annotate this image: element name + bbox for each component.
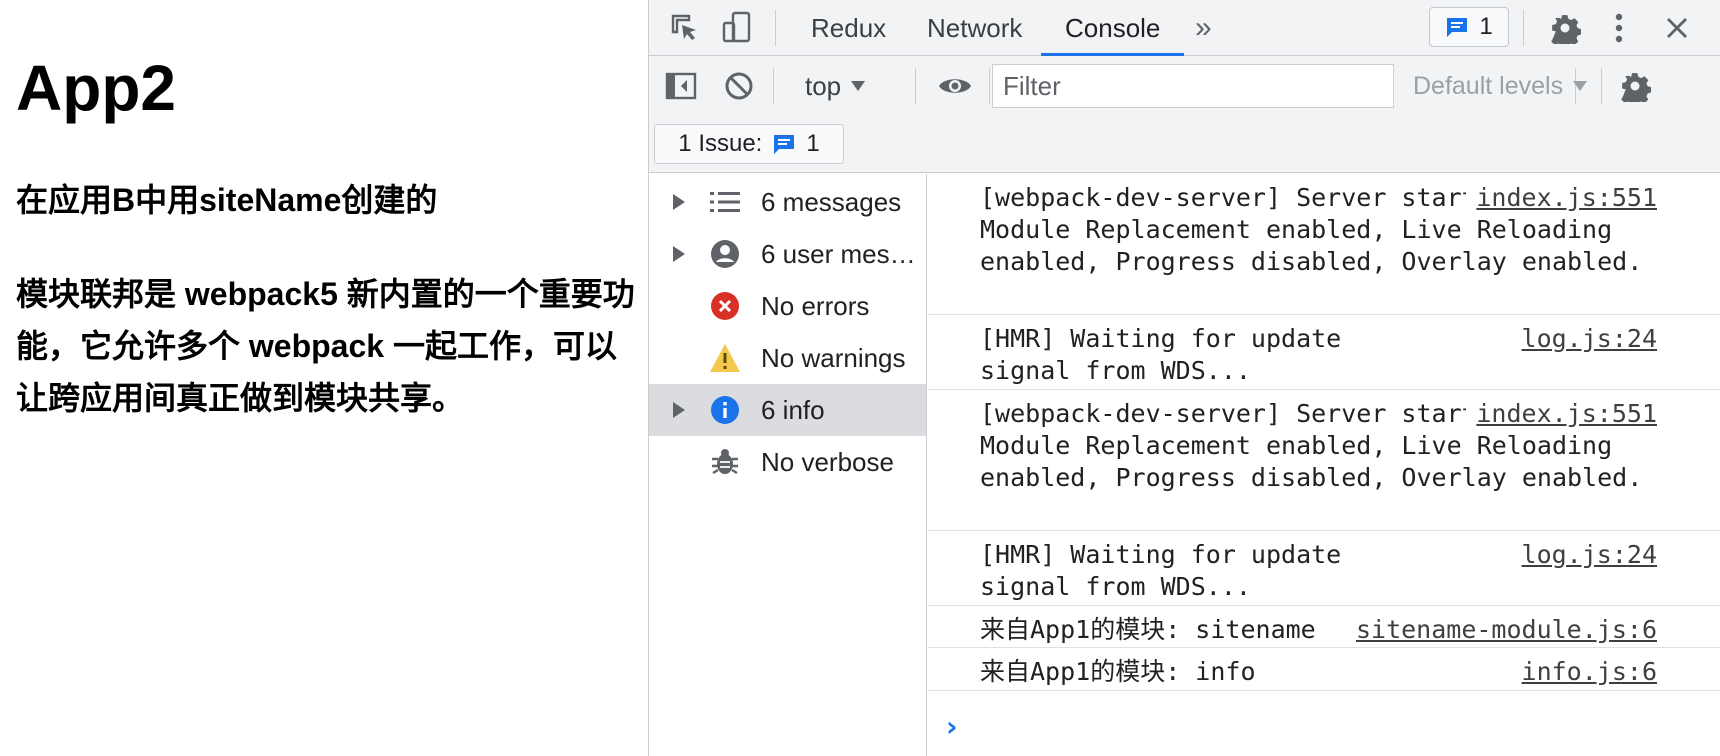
tabbar-divider xyxy=(775,10,776,46)
message-icon xyxy=(774,135,795,154)
sidebar-item-label: 6 messages xyxy=(761,186,902,217)
toolbar-divider xyxy=(773,68,774,104)
messages-badge[interactable]: 1 xyxy=(1429,7,1509,47)
toolbar-divider xyxy=(989,68,990,104)
more-options-icon[interactable] xyxy=(1607,10,1631,46)
console-message-text: [HMR] Waiting for update signal from WDS… xyxy=(980,540,1357,601)
devtools-tabbar: Redux Network Console » 1 xyxy=(649,0,1720,56)
issues-button[interactable]: 1 Issue: 1 xyxy=(654,124,844,164)
source-link[interactable]: index.js:551 xyxy=(1466,182,1657,214)
sidebar-item-verbose[interactable]: No verbose xyxy=(649,436,926,488)
tabbar-divider xyxy=(1523,10,1524,46)
tab-console[interactable]: Console xyxy=(1040,0,1185,56)
caret-down-icon xyxy=(1573,81,1588,91)
caret-down-icon xyxy=(851,81,866,91)
message-icon xyxy=(1447,18,1468,37)
sidebar-item-label: No warnings xyxy=(761,342,906,373)
console-output: [webpack-dev-server] Server started: Hot… xyxy=(928,174,1720,756)
settings-gear-icon[interactable] xyxy=(1547,10,1583,46)
sidebar-item-label: No errors xyxy=(761,290,870,321)
sidebar-item-label: 6 info xyxy=(761,394,825,425)
console-prompt-icon[interactable]: › xyxy=(946,710,958,743)
console-message: 来自App1的模块: sitename sitename-module.js:6 xyxy=(928,606,1720,648)
user-icon xyxy=(709,238,741,270)
console-settings-gear-icon[interactable] xyxy=(1617,68,1653,104)
source-link[interactable]: info.js:6 xyxy=(1511,656,1657,688)
toolbar-divider xyxy=(1601,68,1602,104)
sidebar-item-info[interactable]: 6 info xyxy=(649,384,926,436)
console-message: 来自App1的模块: info info.js:6 xyxy=(928,648,1720,691)
issues-label: 1 Issue: xyxy=(678,130,763,157)
device-toolbar-icon[interactable] xyxy=(719,10,755,46)
console-sidebar: 6 messages 6 user mes… No errors No warn… xyxy=(649,174,927,756)
console-message: [HMR] Waiting for update signal from WDS… xyxy=(928,531,1720,606)
page-title: App2 xyxy=(16,52,176,124)
source-link[interactable]: log.js:24 xyxy=(1511,539,1657,571)
toolbar-divider xyxy=(915,68,916,104)
app-page: App2 在应用B中用siteName创建的 模块联邦是 webpack5 新内… xyxy=(0,0,648,756)
list-icon xyxy=(709,186,741,218)
console-message: [webpack-dev-server] Server started: Hot… xyxy=(928,390,1720,531)
messages-count: 1 xyxy=(1479,13,1493,40)
issues-bar: 1 Issue: 1 xyxy=(649,116,1720,173)
expand-arrow-icon[interactable] xyxy=(673,194,685,210)
log-levels-dropdown[interactable]: Default levels xyxy=(1413,56,1588,116)
sidebar-item-user-messages[interactable]: 6 user mes… xyxy=(649,228,926,280)
source-link[interactable]: log.js:24 xyxy=(1511,323,1657,355)
sidebar-item-errors[interactable]: No errors xyxy=(649,280,926,332)
devtools-panel: Redux Network Console » 1 top Filter Def… xyxy=(648,0,1720,756)
source-link[interactable]: sitename-module.js:6 xyxy=(1345,614,1657,646)
clear-console-icon[interactable] xyxy=(721,68,757,104)
inspect-element-icon[interactable] xyxy=(667,10,703,46)
page-subtitle: 在应用B中用siteName创建的 xyxy=(16,182,438,218)
filter-input[interactable] xyxy=(992,64,1394,108)
close-icon[interactable] xyxy=(1659,10,1695,46)
console-message-text: [HMR] Waiting for update signal from WDS… xyxy=(980,324,1357,385)
live-expression-eye-icon[interactable] xyxy=(935,68,975,104)
info-icon xyxy=(709,394,741,426)
bug-icon xyxy=(709,446,741,478)
warning-icon xyxy=(709,342,741,374)
context-label: top xyxy=(805,70,842,101)
sidebar-item-label: 6 user mes… xyxy=(761,238,916,269)
expand-arrow-icon[interactable] xyxy=(673,402,685,418)
sidebar-item-warnings[interactable]: No warnings xyxy=(649,332,926,384)
sidebar-item-label: No verbose xyxy=(761,446,894,477)
console-message: [HMR] Waiting for update signal from WDS… xyxy=(928,315,1720,390)
tab-network[interactable]: Network xyxy=(927,0,1022,56)
issues-count: 1 xyxy=(806,130,820,157)
page-description: 模块联邦是 webpack5 新内置的一个重要功能，它允许多个 webpack … xyxy=(16,276,635,416)
context-selector[interactable]: top xyxy=(805,56,866,116)
more-tabs-icon[interactable]: » xyxy=(1195,0,1212,56)
source-link[interactable]: index.js:551 xyxy=(1466,398,1657,430)
error-icon xyxy=(709,290,741,322)
log-levels-label: Default levels xyxy=(1413,71,1564,100)
console-message: [webpack-dev-server] Server started: Hot… xyxy=(928,174,1720,315)
sidebar-toggle-icon[interactable] xyxy=(663,68,699,104)
tab-redux[interactable]: Redux xyxy=(811,0,886,56)
sidebar-item-messages[interactable]: 6 messages xyxy=(649,176,926,228)
expand-arrow-icon[interactable] xyxy=(673,246,685,262)
